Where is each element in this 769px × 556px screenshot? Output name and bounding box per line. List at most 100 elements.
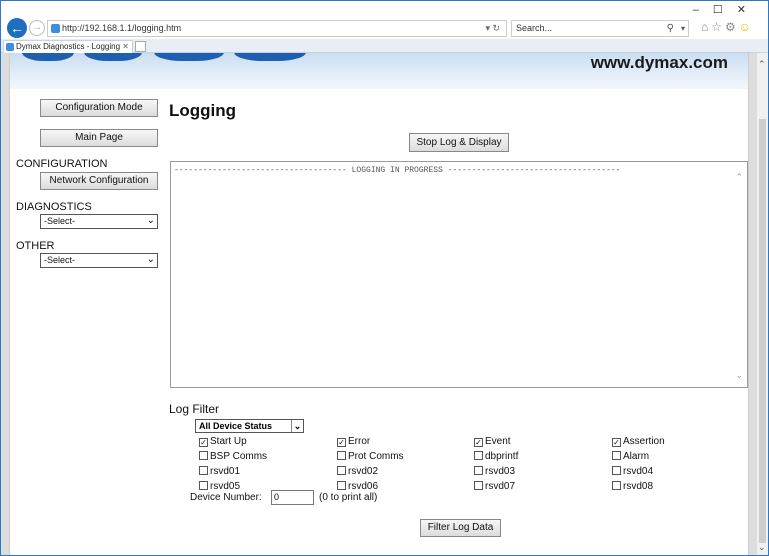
- log-filter-heading: Log Filter: [169, 402, 220, 416]
- device-number-input[interactable]: 0: [271, 490, 314, 505]
- forward-button[interactable]: →: [29, 20, 45, 36]
- checkbox-label: rsvd07: [485, 481, 516, 492]
- checkbox-unchecked-icon[interactable]: [199, 481, 208, 490]
- scroll-down-icon[interactable]: ⌄: [735, 370, 743, 381]
- checkbox-unchecked-icon[interactable]: [612, 466, 621, 475]
- other-heading: OTHER: [16, 240, 55, 252]
- dymax-logo: [22, 53, 312, 63]
- tab-bar: Dymax Diagnostics - Logging ✕: [1, 39, 768, 53]
- tab-favicon-icon: [6, 43, 14, 51]
- checkbox-label: Assertion: [623, 436, 665, 447]
- filter-checkbox-bsp-comms[interactable]: BSP Comms: [199, 451, 267, 464]
- device-number-label: Device Number:: [190, 492, 262, 503]
- filter-checkbox-alarm[interactable]: Alarm: [612, 451, 649, 464]
- tab-logging[interactable]: Dymax Diagnostics - Logging ✕: [3, 40, 133, 53]
- filter-checkbox-rsvd04[interactable]: rsvd04: [612, 466, 653, 479]
- search-dropdown-icon[interactable]: ▾: [681, 21, 685, 36]
- scrollbar-thumb[interactable]: [759, 119, 766, 543]
- filter-checkbox-rsvd01[interactable]: rsvd01: [199, 466, 240, 479]
- device-status-value: All Device Status: [199, 421, 273, 431]
- checkbox-unchecked-icon[interactable]: [337, 466, 346, 475]
- main-page-button[interactable]: Main Page: [40, 129, 158, 147]
- filter-checkbox-rsvd08[interactable]: rsvd08: [612, 481, 653, 494]
- site-url: www.dymax.com: [590, 53, 728, 72]
- checkbox-label: dbprintf: [485, 451, 519, 462]
- checkbox-unchecked-icon[interactable]: [474, 451, 483, 460]
- checkbox-unchecked-icon[interactable]: [199, 451, 208, 460]
- toolbar-icons: ⌂☆⚙☺: [701, 20, 754, 34]
- refresh-icon[interactable]: ▾ ↻: [485, 21, 500, 36]
- back-button[interactable]: ←: [7, 18, 27, 38]
- checkbox-unchecked-icon[interactable]: [474, 481, 483, 490]
- chevron-down-icon: ⌄: [291, 420, 303, 432]
- scroll-up-icon[interactable]: ⌃: [758, 59, 766, 70]
- maximize-icon[interactable]: ☐: [713, 4, 737, 16]
- tab-close-icon[interactable]: ✕: [122, 41, 129, 53]
- filter-checkbox-rsvd07[interactable]: rsvd07: [474, 481, 515, 494]
- checkbox-label: rsvd06: [348, 481, 379, 492]
- checkbox-label: rsvd02: [348, 466, 379, 477]
- close-icon[interactable]: ✕: [737, 4, 760, 16]
- search-icon[interactable]: ⚲: [667, 21, 674, 36]
- checkbox-unchecked-icon[interactable]: [612, 451, 621, 460]
- log-status-line: ------------------------------------ LOG…: [174, 166, 621, 175]
- checkbox-unchecked-icon[interactable]: [337, 481, 346, 490]
- diagnostics-select-value: -Select-: [44, 216, 76, 226]
- feedback-smiley-icon[interactable]: ☺: [739, 20, 754, 34]
- filter-log-data-button[interactable]: Filter Log Data: [420, 519, 501, 537]
- checkbox-checked-icon[interactable]: ✓: [474, 438, 483, 447]
- chevron-down-icon: ⌄: [146, 254, 155, 265]
- header-banner: www.dymax.com: [10, 53, 748, 89]
- search-input[interactable]: Search... ⚲ ▾: [511, 20, 689, 37]
- other-select[interactable]: -Select- ⌄: [40, 253, 158, 268]
- settings-gear-icon[interactable]: ⚙: [725, 20, 739, 34]
- browser-titlebar: ← → http://192.168.1.1/logging.htm ▾ ↻ S…: [1, 1, 768, 39]
- other-select-value: -Select-: [44, 255, 76, 265]
- configuration-heading: CONFIGURATION: [16, 158, 108, 170]
- checkbox-unchecked-icon[interactable]: [612, 481, 621, 490]
- page-title: Logging: [169, 101, 237, 120]
- checkbox-checked-icon[interactable]: ✓: [199, 438, 208, 447]
- scroll-up-icon[interactable]: ⌃: [735, 172, 743, 183]
- filter-checkbox-start-up[interactable]: ✓ Start Up: [199, 436, 247, 449]
- page-content: www.dymax.com Configuration Mode Main Pa…: [9, 53, 749, 555]
- home-icon[interactable]: ⌂: [701, 20, 711, 34]
- device-number-hint: (0 to print all): [319, 492, 378, 503]
- checkbox-label: Event: [485, 436, 511, 447]
- search-placeholder: Search...: [516, 23, 553, 33]
- checkbox-label: Start Up: [210, 436, 247, 447]
- minimize-icon[interactable]: –: [693, 4, 713, 16]
- filter-checkbox-rsvd03[interactable]: rsvd03: [474, 466, 515, 479]
- checkbox-label: rsvd05: [210, 481, 241, 492]
- checkbox-checked-icon[interactable]: ✓: [337, 438, 346, 447]
- configuration-mode-button[interactable]: Configuration Mode: [40, 99, 158, 117]
- checkbox-unchecked-icon[interactable]: [337, 451, 346, 460]
- site-favicon-icon: [51, 24, 60, 33]
- page-scrollbar[interactable]: ⌃ ⌄: [756, 53, 768, 555]
- filter-checkbox-event[interactable]: ✓ Event: [474, 436, 511, 449]
- checkbox-label: Error: [348, 436, 371, 447]
- filter-checkbox-prot-comms[interactable]: Prot Comms: [337, 451, 404, 464]
- checkbox-label: Alarm: [623, 451, 650, 462]
- scroll-down-icon[interactable]: ⌄: [758, 542, 766, 553]
- address-bar[interactable]: http://192.168.1.1/logging.htm ▾ ↻: [47, 20, 507, 37]
- checkbox-unchecked-icon[interactable]: [199, 466, 208, 475]
- checkbox-unchecked-icon[interactable]: [474, 466, 483, 475]
- chevron-down-icon: ⌄: [146, 215, 155, 226]
- new-tab-button[interactable]: [135, 41, 146, 52]
- stop-log-button[interactable]: Stop Log & Display: [409, 133, 509, 152]
- log-output-textarea[interactable]: ------------------------------------ LOG…: [170, 161, 748, 388]
- diagnostics-select[interactable]: -Select- ⌄: [40, 214, 158, 229]
- filter-checkbox-error[interactable]: ✓ Error: [337, 436, 370, 449]
- network-configuration-button[interactable]: Network Configuration: [40, 172, 158, 190]
- device-status-select[interactable]: All Device Status ⌄: [195, 419, 304, 433]
- filter-checkbox-rsvd02[interactable]: rsvd02: [337, 466, 378, 479]
- browser-window: ← → http://192.168.1.1/logging.htm ▾ ↻ S…: [0, 0, 769, 556]
- checkbox-label: Prot Comms: [348, 451, 404, 462]
- filter-checkbox-assertion[interactable]: ✓ Assertion: [612, 436, 665, 449]
- favorites-star-icon[interactable]: ☆: [711, 20, 725, 34]
- checkbox-checked-icon[interactable]: ✓: [612, 438, 621, 447]
- checkbox-label: BSP Comms: [210, 451, 268, 462]
- filter-checkbox-dbprintf[interactable]: dbprintf: [474, 451, 518, 464]
- checkbox-label: rsvd03: [485, 466, 516, 477]
